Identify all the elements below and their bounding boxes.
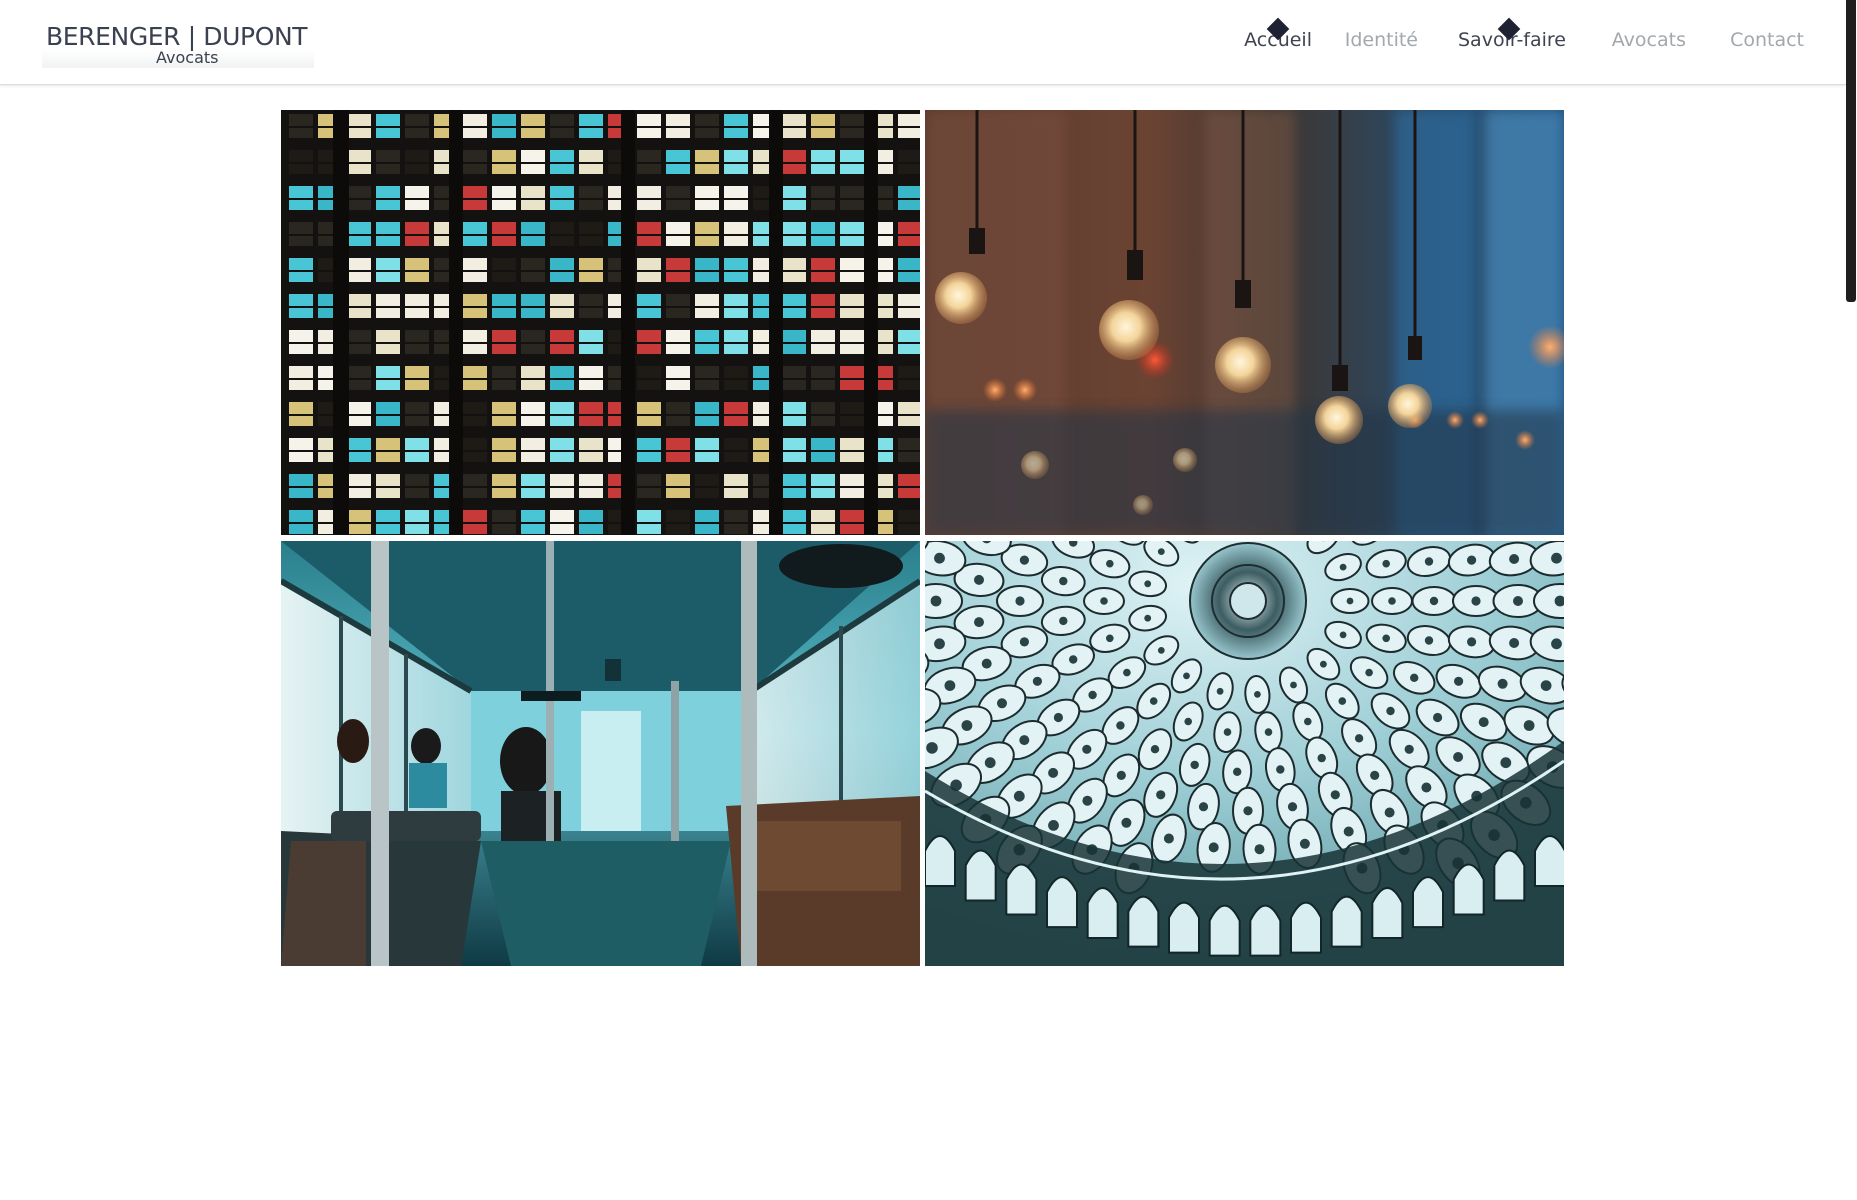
nav-item-contact[interactable]: Contact [1730,29,1804,51]
logo-name: BERENGER | DUPONT [46,22,308,51]
image-gallery [281,110,1564,966]
nav-item-identite[interactable]: Identité [1345,29,1418,51]
site-logo[interactable]: BERENGER | DUPONT Avocats [42,20,314,68]
nav-item-avocats[interactable]: Avocats [1612,29,1686,51]
gallery-image-dome[interactable] [925,541,1564,966]
scrollbar-thumb[interactable] [1846,0,1856,302]
gallery-image-bulbs[interactable] [925,110,1564,535]
page-scrollbar[interactable] [1846,0,1857,1200]
nav-item-label: Identité [1344,29,1418,51]
site-header: BERENGER | DUPONT Avocats Accueil Identi… [0,0,1846,85]
nav-item-savoir-faire[interactable]: Savoir-faire [1458,17,1566,51]
bus-interior-image [281,541,920,966]
hanging-bulbs-image [925,110,1564,535]
logo-subtitle: Avocats [156,48,219,67]
gallery-image-building[interactable] [281,110,920,535]
nav-item-label: Contact [1730,29,1804,51]
nav-item-label: Avocats [1611,29,1686,51]
building-windows-image [281,110,920,535]
nav-item-accueil[interactable]: Accueil [1244,17,1312,51]
gallery-image-bus[interactable] [281,541,920,966]
ornate-dome-image [925,541,1564,966]
